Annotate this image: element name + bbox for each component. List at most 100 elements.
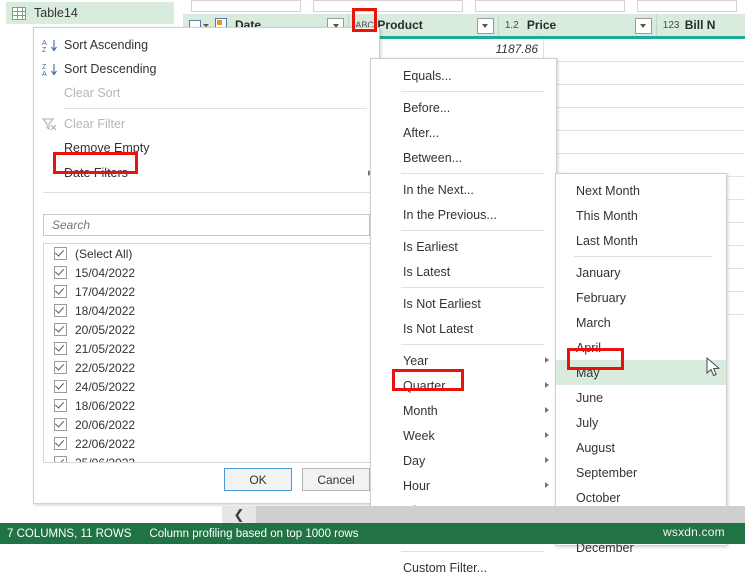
menu-item-january[interactable]: January [556, 260, 726, 285]
grid-toolbar [183, 0, 745, 14]
checkbox-icon[interactable] [54, 437, 67, 450]
list-item[interactable]: 25/06/2022 [44, 453, 371, 462]
list-item[interactable]: 18/04/2022 [44, 301, 371, 320]
menu-item-date-filters[interactable]: Date Filters [34, 160, 379, 186]
toolbar-box-4[interactable] [637, 0, 737, 12]
menu-item-day[interactable]: Day [371, 448, 556, 473]
menu-item-is-earliest[interactable]: Is Earliest [371, 234, 556, 259]
menu-item-label: Equals... [403, 68, 452, 83]
menu-item-label: June [576, 390, 604, 405]
menu-item-week[interactable]: Week [371, 423, 556, 448]
cancel-button[interactable]: Cancel [302, 468, 370, 491]
menu-item-july[interactable]: July [556, 410, 726, 435]
dialog-button-row: OK Cancel [43, 468, 370, 492]
menu-item-march[interactable]: March [556, 310, 726, 335]
menu-item-after[interactable]: After... [371, 120, 556, 145]
menu-item-custom-filter[interactable]: Custom Filter... [371, 555, 556, 580]
checkbox-icon[interactable] [54, 247, 67, 260]
menu-item-label: Is Not Latest [403, 321, 474, 336]
list-item[interactable]: 15/04/2022 [44, 263, 371, 282]
list-item[interactable]: 22/05/2022 [44, 358, 371, 377]
menu-item-label: July [576, 415, 599, 430]
checkbox-icon[interactable] [54, 266, 67, 279]
menu-item-may[interactable]: May [556, 360, 726, 385]
list-item[interactable]: 20/06/2022 [44, 415, 371, 434]
filter-value-list[interactable]: (Select All) 15/04/2022 17/04/2022 18/04… [43, 243, 372, 463]
menu-item-sort-descending[interactable]: ZA Sort Descending [34, 57, 379, 81]
menu-item-is-not-latest[interactable]: Is Not Latest [371, 316, 556, 341]
toolbar-box-3[interactable] [475, 0, 625, 12]
search-input[interactable] [43, 214, 370, 236]
menu-item-this-month[interactable]: This Month [556, 203, 726, 228]
list-item-label: (Select All) [75, 246, 133, 261]
menu-item-label: Next Month [576, 183, 640, 198]
menu-item-equals[interactable]: Equals... [371, 63, 556, 88]
menu-item-remove-empty[interactable]: Remove Empty [34, 136, 379, 160]
menu-item-label: Hour [403, 478, 431, 493]
svg-text:A: A [42, 40, 47, 47]
column-header-price[interactable]: 1.2 Price [499, 14, 657, 36]
menu-item-february[interactable]: February [556, 285, 726, 310]
column-filter-dropdown-price[interactable] [634, 18, 652, 34]
menu-item-next-month[interactable]: Next Month [556, 178, 726, 203]
menu-item-label: Is Latest [403, 264, 451, 279]
menu-item-last-month[interactable]: Last Month [556, 228, 726, 253]
menu-item-april[interactable]: April [556, 335, 726, 360]
menu-separator [401, 230, 544, 231]
list-item[interactable]: 20/05/2022 [44, 320, 371, 339]
menu-item-sort-ascending[interactable]: AZ Sort Ascending [34, 33, 379, 57]
menu-item-year[interactable]: Year [371, 348, 556, 373]
sort-ascending-icon: AZ [42, 38, 64, 53]
list-item-label: 20/05/2022 [75, 322, 136, 337]
chevron-right-icon [545, 432, 549, 438]
menu-item-between[interactable]: Between... [371, 145, 556, 170]
checkbox-icon[interactable] [54, 304, 67, 317]
menu-item-in-the-next[interactable]: In the Next... [371, 177, 556, 202]
toolbar-box-2[interactable] [313, 0, 463, 12]
menu-item-clear-filter: Clear Filter [34, 112, 379, 136]
menu-item-label: Is Not Earliest [403, 296, 481, 311]
whole-number-type-icon: 123 [662, 19, 680, 31]
column-filter-dropdown-product[interactable] [476, 18, 494, 34]
checkbox-icon[interactable] [54, 418, 67, 431]
query-item-table14[interactable]: Table14 [6, 2, 174, 24]
menu-item-august[interactable]: August [556, 435, 726, 460]
ok-button[interactable]: OK [224, 468, 292, 491]
checkbox-icon[interactable] [54, 380, 67, 393]
menu-item-is-not-earliest[interactable]: Is Not Earliest [371, 291, 556, 316]
checkbox-icon[interactable] [54, 399, 67, 412]
menu-item-in-the-previous[interactable]: In the Previous... [371, 202, 556, 227]
menu-item-label: Clear Filter [64, 117, 126, 131]
menu-item-september[interactable]: September [556, 460, 726, 485]
column-header-billno[interactable]: 123 Bill N [657, 14, 745, 36]
list-item[interactable]: 24/05/2022 [44, 377, 371, 396]
list-item-select-all[interactable]: (Select All) [44, 244, 371, 263]
toolbar-box-1[interactable] [191, 0, 301, 12]
chevron-left-icon[interactable]: ❮ [222, 506, 256, 523]
menu-item-before[interactable]: Before... [371, 95, 556, 120]
list-item-label: 24/05/2022 [75, 379, 136, 394]
menu-item-month[interactable]: Month [371, 398, 556, 423]
list-item[interactable]: 18/06/2022 [44, 396, 371, 415]
checkbox-icon[interactable] [54, 456, 67, 462]
menu-item-june[interactable]: June [556, 385, 726, 410]
svg-text:A: A [42, 71, 47, 77]
svg-text:Z: Z [42, 47, 47, 53]
menu-item-clear-sort: Clear Sort [34, 81, 379, 105]
menu-separator [401, 551, 544, 552]
menu-item-label: Quarter [403, 378, 446, 393]
menu-item-label: January [576, 265, 621, 280]
menu-item-quarter[interactable]: Quarter [371, 373, 556, 398]
status-bar: 7 COLUMNS, 11 ROWS Column profiling base… [0, 523, 745, 544]
menu-item-hour[interactable]: Hour [371, 473, 556, 498]
list-item[interactable]: 17/04/2022 [44, 282, 371, 301]
checkbox-icon[interactable] [54, 342, 67, 355]
menu-item-label: This Month [576, 208, 638, 223]
checkbox-icon[interactable] [54, 361, 67, 374]
checkbox-icon[interactable] [54, 285, 67, 298]
horizontal-scrollbar[interactable]: ❮ [222, 506, 745, 523]
checkbox-icon[interactable] [54, 323, 67, 336]
menu-item-is-latest[interactable]: Is Latest [371, 259, 556, 284]
list-item[interactable]: 22/06/2022 [44, 434, 371, 453]
list-item[interactable]: 21/05/2022 [44, 339, 371, 358]
